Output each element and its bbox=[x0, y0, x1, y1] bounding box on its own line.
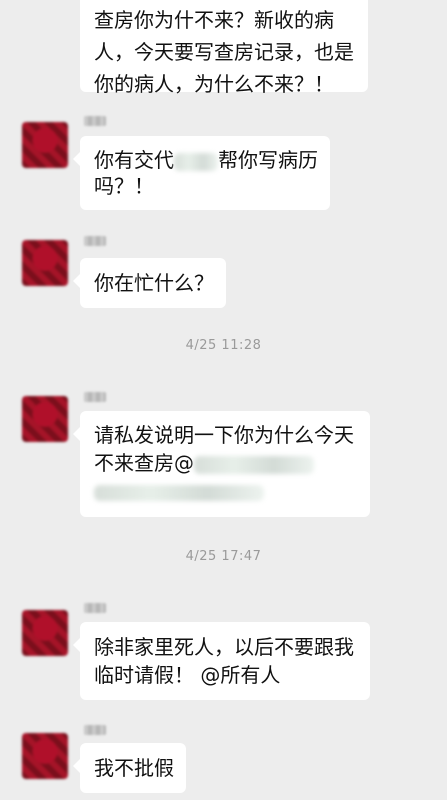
message-bubble[interactable]: 我不批假 bbox=[73, 743, 186, 793]
message-text: 请私发说明一下你为什么今天 bbox=[94, 423, 354, 447]
timestamp: 4/25 11:28 bbox=[185, 338, 262, 353]
sender-name-redacted bbox=[84, 116, 106, 126]
sender-name-redacted bbox=[84, 392, 106, 402]
sender-name-redacted bbox=[84, 236, 106, 246]
message-text: 你有交代 bbox=[94, 148, 174, 172]
sender-name-redacted bbox=[84, 603, 106, 613]
sender-name-redacted bbox=[84, 725, 106, 735]
message-bubble[interactable]: 你有交代 帮你写病历 吗？！ bbox=[73, 136, 330, 210]
message-text: 我不批假 bbox=[94, 756, 174, 780]
avatar[interactable] bbox=[22, 122, 68, 168]
message-bubble[interactable]: 请私发说明一下你为什么今天 不来查房@ bbox=[73, 411, 370, 517]
message-text: 帮你写病历 bbox=[218, 148, 318, 172]
message-text: 不来查房@ bbox=[94, 451, 194, 475]
avatar[interactable] bbox=[22, 396, 68, 442]
message-text: 吗？！ bbox=[94, 174, 154, 198]
avatar[interactable] bbox=[22, 733, 68, 779]
message-bubble[interactable]: 你在忙什么？ bbox=[73, 258, 226, 308]
redacted-mention bbox=[194, 455, 314, 474]
message-bubble[interactable]: 查房你为什不来？新收的病 人，今天要写查房记录，也是 你的病人，为什么不来？！ bbox=[80, 0, 368, 96]
message-text: 你的病人，为什么不来？！ bbox=[94, 72, 334, 96]
message-text: 查房你为什不来？新收的病 bbox=[94, 8, 334, 32]
message-text: 临时请假！ @所有人 bbox=[94, 663, 281, 687]
message-bubble[interactable]: 除非家里死人，以后不要跟我 临时请假！ @所有人 bbox=[73, 622, 370, 700]
redacted-text bbox=[174, 152, 218, 171]
message-text: 人，今天要写查房记录，也是 bbox=[94, 40, 354, 64]
message-text: 你在忙什么？ bbox=[94, 271, 214, 295]
avatar[interactable] bbox=[22, 610, 68, 656]
message-text: 除非家里死人，以后不要跟我 bbox=[94, 635, 354, 659]
chat-history: 查房你为什不来？新收的病 人，今天要写查房记录，也是 你的病人，为什么不来？！ … bbox=[0, 0, 447, 800]
avatar[interactable] bbox=[22, 240, 68, 286]
redacted-mention bbox=[94, 484, 264, 501]
timestamp: 4/25 17:47 bbox=[185, 549, 262, 564]
